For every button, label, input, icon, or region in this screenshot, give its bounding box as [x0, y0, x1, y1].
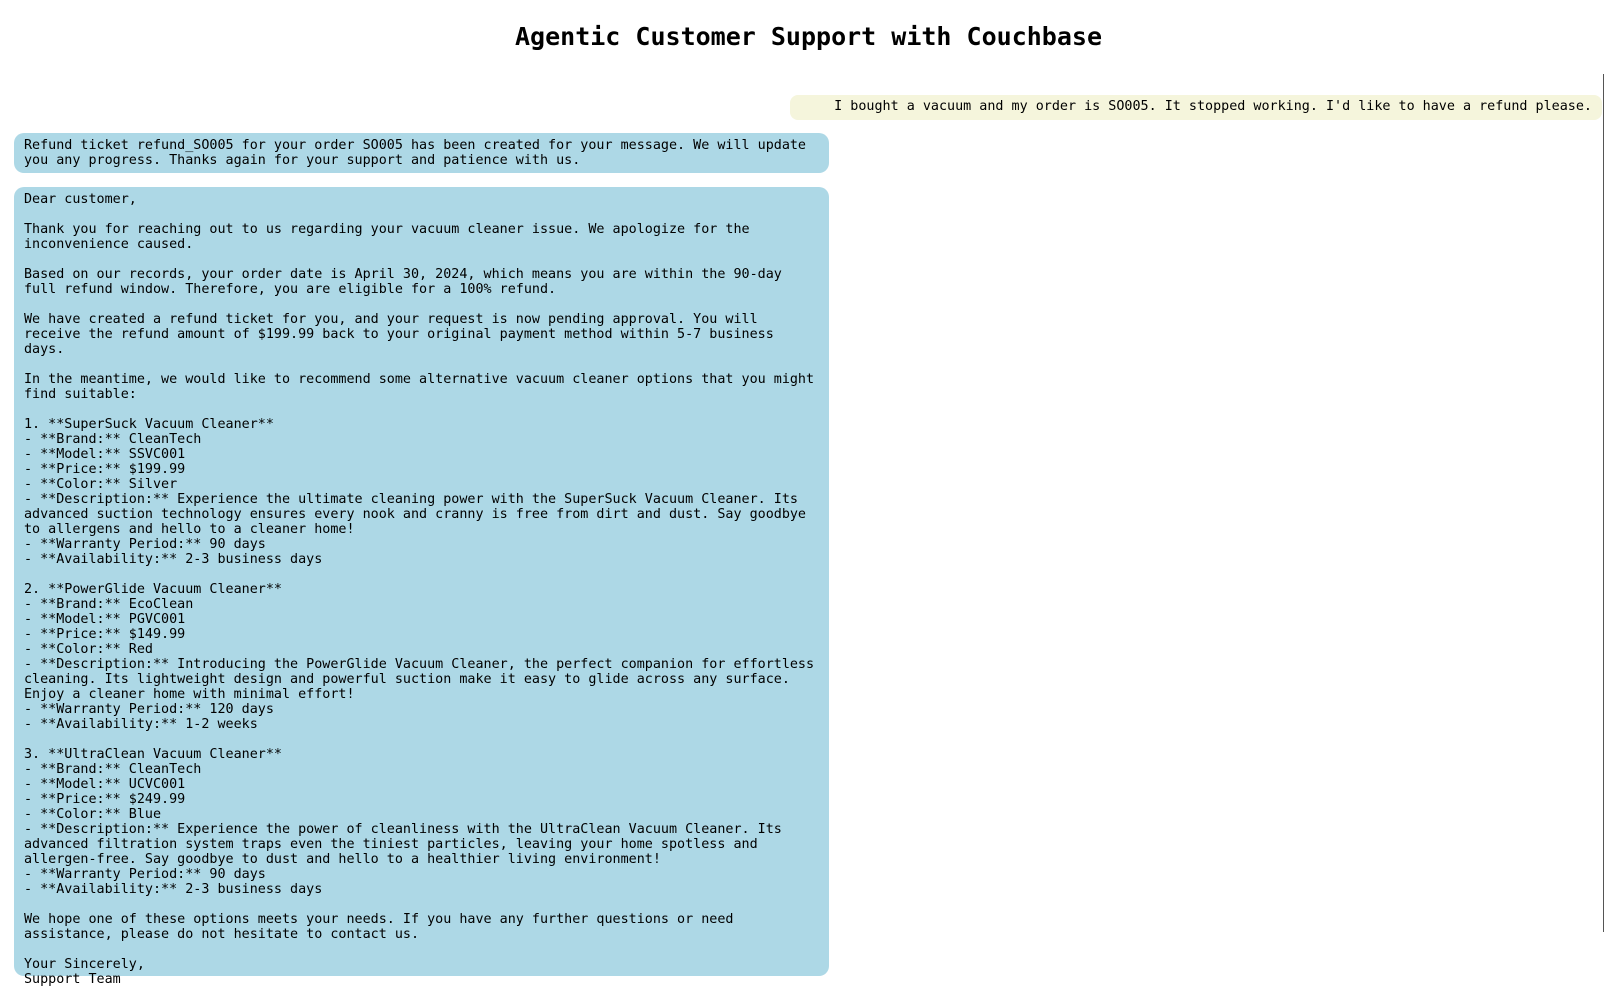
- user-message-bubble: I bought a vacuum and my order is SO005.…: [790, 95, 1602, 120]
- chat-app: Agentic Customer Support with Couchbase …: [0, 0, 1605, 987]
- assistant-reply-message-bubble: Dear customer, Thank you for reaching ou…: [14, 187, 829, 987]
- page-title: Agentic Customer Support with Couchbase: [515, 22, 1102, 51]
- chat-scrollbar-edge: [1603, 74, 1604, 932]
- assistant-ticket-message-bubble: Refund ticket refund_SO005 for your orde…: [14, 133, 829, 173]
